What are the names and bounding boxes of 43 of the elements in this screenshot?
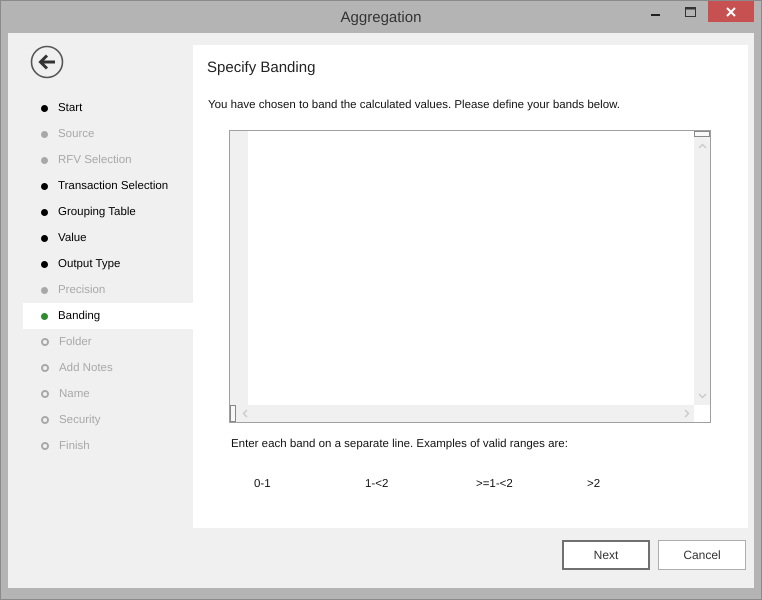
wizard-step[interactable]: Transaction Selection (23, 173, 193, 199)
example-range: 1-<2 (365, 478, 390, 490)
cancel-button[interactable]: Cancel (658, 540, 746, 570)
page-heading: Specify Banding (207, 59, 316, 76)
step-status-icon (41, 286, 48, 294)
wizard-step[interactable]: Banding (23, 303, 193, 329)
step-status-icon (41, 182, 48, 190)
step-status-icon (41, 130, 48, 138)
step-status-icon (41, 390, 49, 398)
step-status-icon (41, 208, 48, 216)
scroll-down-icon[interactable] (698, 393, 706, 399)
step-status-icon (41, 156, 48, 164)
step-status-icon (41, 442, 49, 450)
scroll-thumb[interactable] (230, 405, 236, 422)
example-range: >2 (587, 478, 602, 490)
maximize-icon[interactable] (685, 6, 696, 16)
close-icon (726, 6, 736, 16)
wizard-step[interactable]: Output Type (23, 251, 193, 277)
example-range: 0-1 (254, 478, 272, 490)
step-status-icon (41, 364, 49, 372)
scroll-left-icon[interactable] (242, 409, 248, 418)
bands-field[interactable] (229, 130, 711, 423)
step-status-icon (41, 312, 48, 320)
next-button[interactable]: Next (562, 540, 650, 570)
step-status-icon (41, 416, 49, 424)
close-button[interactable] (708, 1, 754, 22)
step-status-icon (41, 338, 49, 346)
window-title: Aggregation (340, 8, 422, 26)
scroll-right-icon[interactable] (684, 409, 690, 418)
vertical-scrollbar[interactable] (694, 131, 710, 405)
wizard-step[interactable]: Value (23, 225, 193, 251)
hint-text: Enter each band on a separate line. Examples of valid ranges are: (231, 438, 569, 450)
horizontal-scrollbar[interactable] (230, 405, 694, 422)
scroll-up-icon[interactable] (698, 143, 706, 149)
step-status-icon (41, 234, 48, 242)
example-range: >=1-<2 (476, 478, 514, 490)
step-status-icon (41, 104, 48, 112)
wizard-step[interactable]: Grouping Table (23, 199, 193, 225)
wizard-step[interactable]: Start (23, 95, 193, 121)
intro-text: You have chosen to band the calculated values. Please define your bands below. (208, 99, 621, 111)
back-icon[interactable] (30, 45, 64, 79)
scroll-thumb[interactable] (694, 131, 710, 137)
step-status-icon (41, 260, 48, 268)
